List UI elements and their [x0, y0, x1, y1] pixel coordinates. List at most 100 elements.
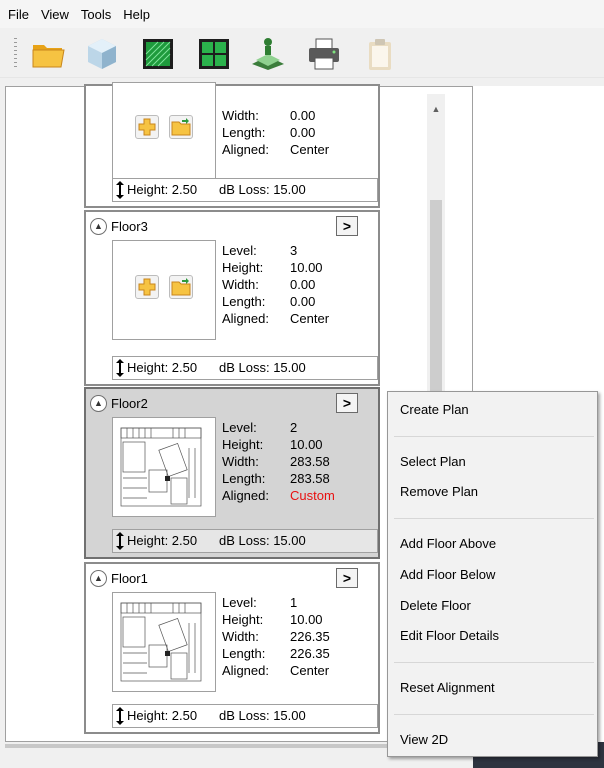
db-loss: dB Loss: 15.00	[219, 533, 306, 548]
menu-help[interactable]: Help	[117, 7, 156, 22]
prop-value: Center	[290, 142, 330, 157]
prop-value: Center	[290, 663, 330, 678]
collapse-icon[interactable]: ▲	[90, 218, 107, 235]
prop-label: Height:	[222, 437, 264, 452]
floor-card[interactable]: ▲ Floor1 > Level: 1 Height: 10.00 Width: 22…	[84, 562, 380, 734]
scroll-up-icon[interactable]: ▲	[427, 100, 445, 118]
floor-header: ▲ Floor3	[90, 218, 148, 235]
height-arrow-icon	[116, 532, 124, 550]
prop-value: 283.58	[290, 454, 330, 469]
prop-label: Level:	[222, 595, 257, 610]
db-loss: dB Loss: 15.00	[219, 708, 306, 723]
prop-value: 10.00	[290, 612, 323, 627]
prop-value: 0.00	[290, 277, 316, 292]
floor-height: Height: 2.50	[127, 708, 198, 723]
menu-separator	[394, 714, 594, 715]
prop-value: 10.00	[290, 437, 323, 452]
prop-value: Center	[290, 311, 330, 326]
add-plan-icon[interactable]	[135, 115, 159, 139]
menu-item-reset-alignment[interactable]: Reset Alignment	[400, 680, 495, 695]
menu-item-select-plan[interactable]: Select Plan	[400, 454, 466, 469]
menu-item-view-2d[interactable]: View 2D	[400, 732, 448, 747]
menu-separator	[394, 518, 594, 519]
floor-properties: Level: 2 Height: 10.00 Width: 283.58 Length…	[222, 419, 335, 504]
prop-value: 0.00	[290, 108, 316, 123]
floor-properties: Width: 0.00 Length: 0.00 Aligned: Center	[222, 107, 329, 158]
open-plan-icon[interactable]	[169, 115, 193, 139]
floor-footer: Height: 2.50 dB Loss: 15.00	[112, 178, 378, 202]
menu-item-create-plan[interactable]: Create Plan	[400, 402, 469, 417]
prop-value: 226.35	[290, 646, 330, 661]
prop-value: 2	[290, 420, 298, 435]
floor-header: ▲ Floor2	[90, 395, 148, 412]
prop-label: Height:	[222, 260, 264, 275]
plan-thumbnail	[112, 240, 216, 340]
floor-name: Floor1	[111, 571, 148, 586]
layer-icon[interactable]	[250, 36, 286, 72]
floor-context-menu: Create Plan Select Plan Remove Plan Add …	[387, 391, 598, 757]
menu-item-delete-floor[interactable]: Delete Floor	[400, 598, 471, 613]
add-plan-icon[interactable]	[135, 275, 159, 299]
prop-label: Level:	[222, 420, 257, 435]
toolbar	[0, 28, 604, 78]
prop-label: Aligned:	[222, 311, 269, 326]
toolbar-grip[interactable]	[14, 38, 17, 70]
floor-card-partial: Width: 0.00 Length: 0.00 Aligned: Center He…	[84, 82, 380, 208]
menu-item-remove-plan[interactable]: Remove Plan	[400, 484, 478, 499]
floor-height: Height: 2.50	[127, 182, 198, 197]
plan-thumbnail	[112, 82, 216, 180]
prop-label: Aligned:	[222, 488, 269, 503]
menu-item-add-floor-above[interactable]: Add Floor Above	[400, 536, 496, 551]
prop-value: 10.00	[290, 260, 323, 275]
menu-item-edit-floor-details[interactable]: Edit Floor Details	[400, 628, 499, 643]
open-plan-icon[interactable]	[169, 275, 193, 299]
floor-plan-image	[120, 602, 202, 682]
floor-menu-button[interactable]: >	[336, 393, 358, 413]
prop-label: Height:	[222, 612, 264, 627]
prop-value: 226.35	[290, 629, 330, 644]
prop-label: Level:	[222, 243, 257, 258]
floor-plan-image	[120, 427, 202, 507]
floor-menu-button[interactable]: >	[336, 568, 358, 588]
menu-view[interactable]: View	[35, 7, 75, 22]
prop-label: Width:	[222, 277, 259, 292]
menu-bar: File View Tools Help	[0, 0, 604, 28]
prop-value: 1	[290, 595, 298, 610]
prop-label: Width:	[222, 629, 259, 644]
menu-tools[interactable]: Tools	[75, 7, 117, 22]
menu-separator	[394, 436, 594, 437]
collapse-icon[interactable]: ▲	[90, 570, 107, 587]
prop-value: 0.00	[290, 125, 316, 140]
prop-label: Length:	[222, 471, 266, 486]
floor-height: Height: 2.50	[127, 360, 198, 375]
3d-cube-icon[interactable]	[84, 36, 120, 72]
floor-name: Floor2	[111, 396, 148, 411]
menu-item-add-floor-below[interactable]: Add Floor Below	[400, 567, 495, 582]
floor-menu-button[interactable]: >	[336, 216, 358, 236]
open-folder-icon[interactable]	[30, 36, 66, 72]
menu-file[interactable]: File	[2, 7, 35, 22]
plan-icon[interactable]	[140, 36, 176, 72]
floor-card[interactable]: ▲ Floor3 > Level: 3 Height: 10.00 Width: 0.…	[84, 210, 380, 386]
floor-footer: Height: 2.50 dB Loss: 15.00	[112, 529, 378, 553]
prop-value-custom: Custom	[290, 488, 335, 503]
clipboard-icon[interactable]	[362, 36, 398, 72]
prop-value: 0.00	[290, 294, 316, 309]
print-icon[interactable]	[306, 36, 342, 72]
height-arrow-icon	[116, 181, 124, 199]
db-loss: dB Loss: 15.00	[219, 360, 306, 375]
prop-value: 283.58	[290, 471, 330, 486]
prop-label: Width:	[222, 454, 259, 469]
prop-value: 3	[290, 243, 298, 258]
floor-name: Floor3	[111, 219, 148, 234]
prop-label: Length:	[222, 646, 266, 661]
grid-icon[interactable]	[196, 36, 232, 72]
floor-properties: Level: 1 Height: 10.00 Width: 226.35 Length…	[222, 594, 330, 679]
floor-card-selected[interactable]: ▲ Floor2 > Level: 2 Height: 10.00 Width: 28…	[84, 387, 380, 559]
prop-label: Aligned:	[222, 142, 269, 157]
height-arrow-icon	[116, 707, 124, 725]
floor-footer: Height: 2.50 dB Loss: 15.00	[112, 704, 378, 728]
collapse-icon[interactable]: ▲	[90, 395, 107, 412]
prop-label: Length:	[222, 125, 266, 140]
prop-label: Length:	[222, 294, 266, 309]
